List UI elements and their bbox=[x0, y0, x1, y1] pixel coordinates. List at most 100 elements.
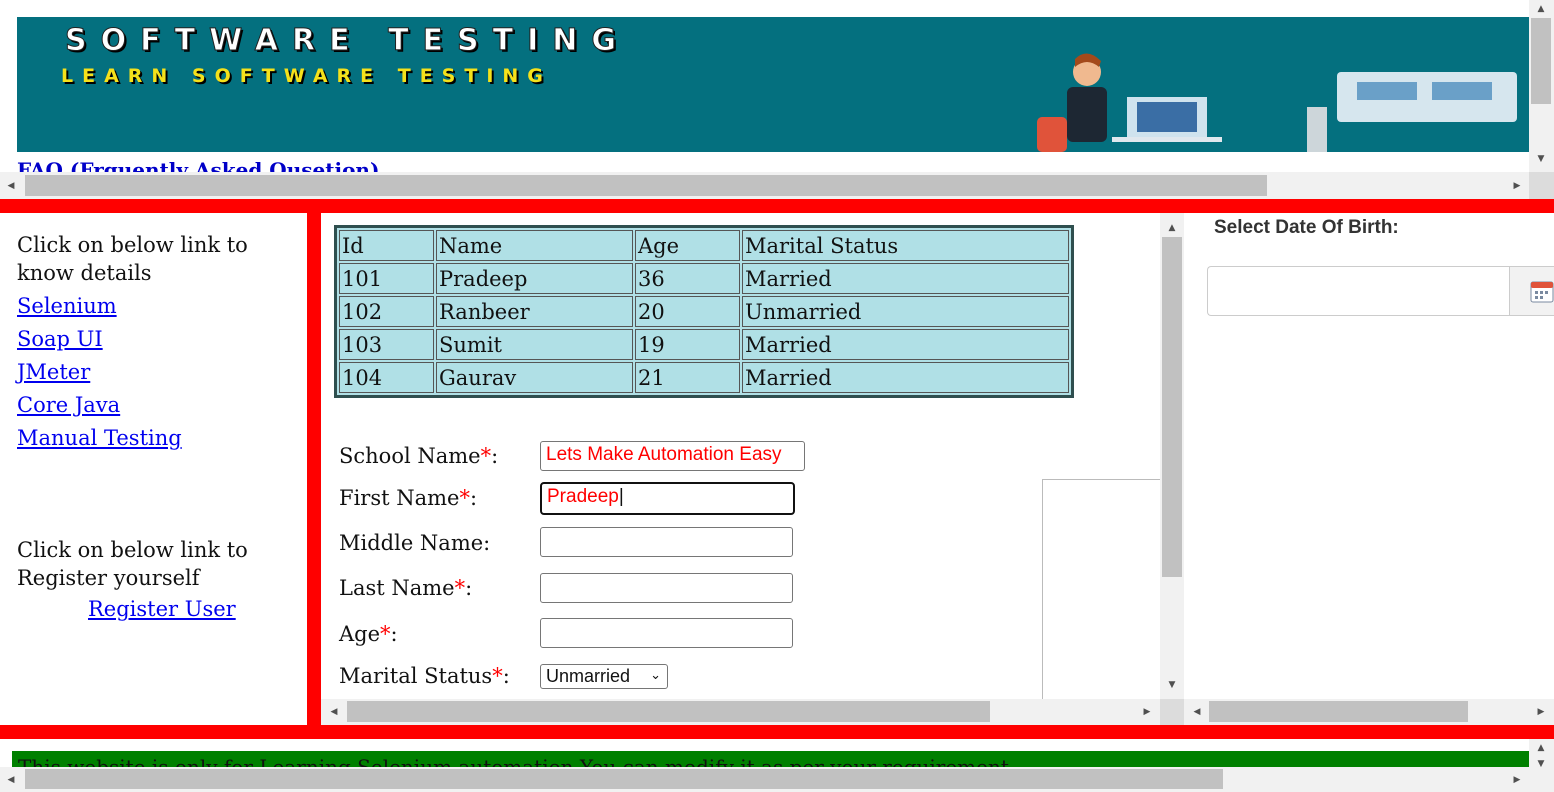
dob-label: Select Date Of Birth: bbox=[1214, 217, 1399, 238]
label-colon: : bbox=[502, 664, 510, 688]
table-cell: 104 bbox=[339, 362, 434, 393]
table-cell: 36 bbox=[635, 263, 740, 294]
table-header-row: Id Name Age Marital Status bbox=[339, 230, 1069, 261]
scroll-left-icon[interactable]: ◀ bbox=[4, 181, 18, 191]
scroll-right-icon[interactable]: ▶ bbox=[1534, 707, 1548, 717]
register-intro-text: Click on below link to Register yourself bbox=[17, 538, 248, 590]
label-text: School Name bbox=[339, 444, 481, 468]
banner-image: SOFTWARE TESTING LEARN SOFTWARE TESTING bbox=[17, 17, 1529, 152]
text-cursor: | bbox=[618, 486, 624, 507]
last-name-label: Last Name*: bbox=[339, 576, 472, 600]
calendar-icon bbox=[1530, 281, 1554, 303]
register-user-link[interactable]: Register User bbox=[88, 596, 236, 622]
embedded-frame-box bbox=[1042, 479, 1161, 700]
scrollbar-thumb[interactable] bbox=[1209, 701, 1468, 722]
first-name-value: Pradeep bbox=[547, 486, 619, 507]
bottom-frame-vertical-scrollbar[interactable]: ▲ ▼ bbox=[1529, 739, 1554, 792]
scroll-left-icon[interactable]: ◀ bbox=[327, 707, 341, 717]
school-name-input[interactable]: Lets Make Automation Easy bbox=[540, 441, 805, 471]
school-name-label: School Name*: bbox=[339, 444, 498, 468]
table-cell: 21 bbox=[635, 362, 740, 393]
scrollbar-corner bbox=[1160, 699, 1184, 725]
scrollbar-thumb[interactable] bbox=[25, 175, 1267, 196]
manual-testing-link[interactable]: Manual Testing bbox=[17, 425, 182, 451]
middle-frame-horizontal-scrollbar[interactable]: ◀ ▶ bbox=[321, 699, 1160, 725]
scrollbar-thumb[interactable] bbox=[347, 701, 990, 722]
label-text: Marital Status bbox=[339, 664, 493, 688]
required-mark: * bbox=[454, 576, 466, 600]
table-cell: 102 bbox=[339, 296, 434, 327]
label-text: First Name bbox=[339, 486, 460, 510]
age-label: Age*: bbox=[339, 622, 398, 646]
table-row: 104 Gaurav 21 Married bbox=[339, 362, 1069, 393]
calendar-button[interactable] bbox=[1509, 266, 1554, 316]
jmeter-link[interactable]: JMeter bbox=[17, 359, 90, 385]
table-row: 101 Pradeep 36 Married bbox=[339, 263, 1069, 294]
bottom-frame-horizontal-scrollbar[interactable]: ◀ ▶ bbox=[0, 767, 1529, 792]
table-cell: Sumit bbox=[436, 329, 633, 360]
required-mark: * bbox=[459, 486, 470, 510]
scroll-down-icon[interactable]: ▼ bbox=[1534, 759, 1548, 769]
scroll-right-icon[interactable]: ▶ bbox=[1140, 707, 1154, 717]
table-cell: 20 bbox=[635, 296, 740, 327]
middle-frame-vertical-scrollbar[interactable]: ▲ ▼ bbox=[1160, 213, 1184, 699]
top-divider bbox=[0, 199, 1554, 213]
marital-status-select[interactable]: Unmarried ⌄ bbox=[540, 664, 668, 689]
label-colon: : bbox=[465, 576, 473, 600]
table-cell: Gaurav bbox=[436, 362, 633, 393]
right-frame-horizontal-scrollbar[interactable]: ◀ ▶ bbox=[1184, 699, 1554, 725]
bottom-divider bbox=[0, 725, 1554, 739]
first-name-input[interactable]: Pradeep| bbox=[540, 482, 795, 515]
table-cell: 101 bbox=[339, 263, 434, 294]
scroll-up-icon[interactable]: ▲ bbox=[1165, 223, 1179, 233]
marital-status-value: Unmarried bbox=[546, 666, 631, 686]
dob-input[interactable] bbox=[1207, 266, 1554, 316]
scroll-down-icon[interactable]: ▼ bbox=[1165, 680, 1179, 690]
scrollbar-thumb[interactable] bbox=[25, 769, 1223, 789]
table-row: 102 Ranbeer 20 Unmarried bbox=[339, 296, 1069, 327]
core-java-link[interactable]: Core Java bbox=[17, 392, 120, 418]
banner-title: SOFTWARE TESTING bbox=[65, 23, 630, 59]
table-cell: Married bbox=[742, 362, 1069, 393]
age-input[interactable] bbox=[540, 618, 793, 648]
footer-banner: This website is only for Learning Seleni… bbox=[12, 751, 1530, 767]
table-header-cell: Age bbox=[635, 230, 740, 261]
table-cell: Married bbox=[742, 329, 1069, 360]
required-mark: * bbox=[480, 444, 492, 468]
table-row: 103 Sumit 19 Married bbox=[339, 329, 1069, 360]
scroll-right-icon[interactable]: ▶ bbox=[1510, 181, 1524, 191]
scroll-down-icon[interactable]: ▼ bbox=[1534, 154, 1548, 164]
table-header-cell: Name bbox=[436, 230, 633, 261]
table-cell: Pradeep bbox=[436, 263, 633, 294]
scroll-right-icon[interactable]: ▶ bbox=[1510, 775, 1524, 785]
middle-name-input[interactable] bbox=[540, 527, 793, 557]
top-frame-vertical-scrollbar[interactable]: ▲ ▼ bbox=[1529, 0, 1554, 172]
left-intro-text: Click on below link to know details bbox=[17, 233, 248, 285]
last-name-input[interactable] bbox=[540, 573, 793, 603]
scrollbar-corner bbox=[1529, 172, 1554, 199]
table-cell: Unmarried bbox=[742, 296, 1069, 327]
left-divider bbox=[307, 213, 321, 725]
middle-name-label: Middle Name: bbox=[339, 531, 491, 555]
scroll-left-icon[interactable]: ◀ bbox=[1190, 707, 1204, 717]
scrollbar-thumb[interactable] bbox=[1162, 237, 1182, 577]
required-mark: * bbox=[492, 664, 503, 688]
label-text: Age bbox=[339, 622, 381, 646]
label-colon: : bbox=[491, 444, 499, 468]
scroll-up-icon[interactable]: ▲ bbox=[1534, 743, 1548, 753]
top-frame-horizontal-scrollbar[interactable]: ◀ ▶ bbox=[0, 172, 1529, 199]
scrollbar-thumb[interactable] bbox=[1531, 18, 1551, 104]
employee-table: Id Name Age Marital Status 101 Pradeep 3… bbox=[334, 225, 1074, 398]
soap-ui-link[interactable]: Soap UI bbox=[17, 326, 103, 352]
label-text: Last Name bbox=[339, 576, 455, 600]
footer-text: This website is only for Learning Seleni… bbox=[18, 755, 1009, 767]
scroll-left-icon[interactable]: ◀ bbox=[4, 775, 18, 785]
label-colon: : bbox=[390, 622, 398, 646]
scroll-up-icon[interactable]: ▲ bbox=[1534, 4, 1548, 14]
banner-illustration bbox=[1037, 53, 1517, 152]
banner-subtitle: LEARN SOFTWARE TESTING bbox=[61, 65, 552, 87]
required-mark: * bbox=[380, 622, 391, 646]
table-header-cell: Id bbox=[339, 230, 434, 261]
selenium-link[interactable]: Selenium bbox=[17, 293, 117, 319]
label-colon: : bbox=[469, 486, 478, 510]
